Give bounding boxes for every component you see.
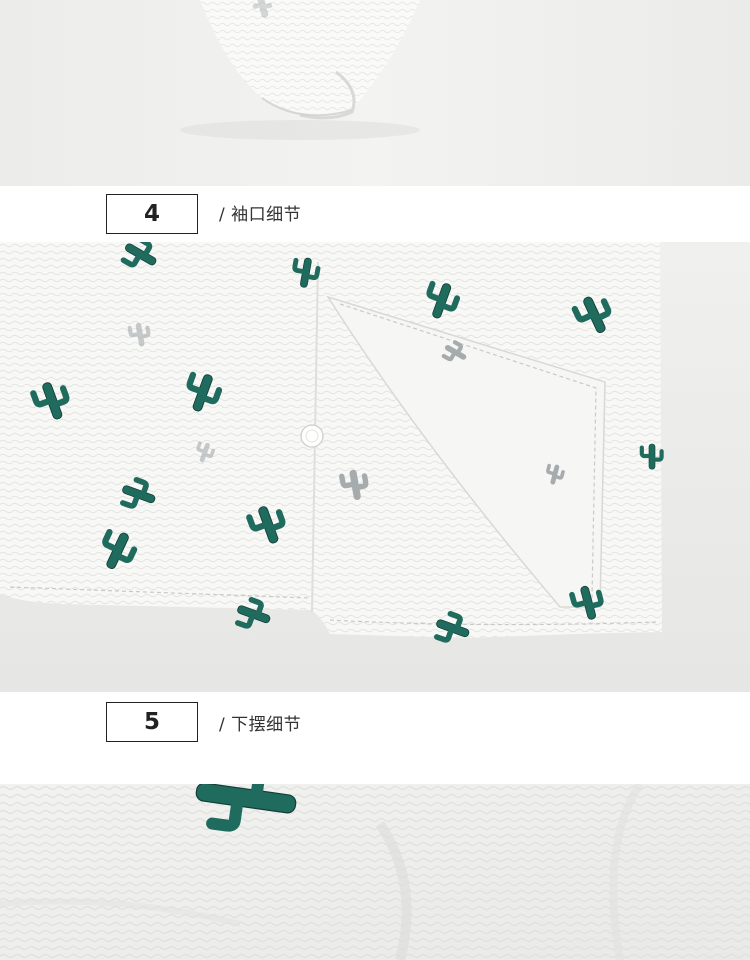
hem-photo [0,242,750,692]
hem-fabric-image [0,242,750,692]
texture-photo [0,784,750,960]
section-number-box: 4 [106,194,198,234]
section-header-5: 5 / 下摆细节 [0,692,750,784]
section-header-4: 4 / 袖口细节 [0,186,750,242]
section-caption: / 袖口细节 [219,205,302,225]
sleeve-fabric-image [0,0,750,186]
section-caption: / 下摆细节 [219,715,302,735]
texture-fabric-image [0,784,750,960]
product-detail-page: 4 / 袖口细节 5 / 下摆细节 [0,0,750,960]
button-detail [300,424,324,448]
section-number-box: 5 [106,702,198,742]
sleeve-photo [0,0,750,186]
